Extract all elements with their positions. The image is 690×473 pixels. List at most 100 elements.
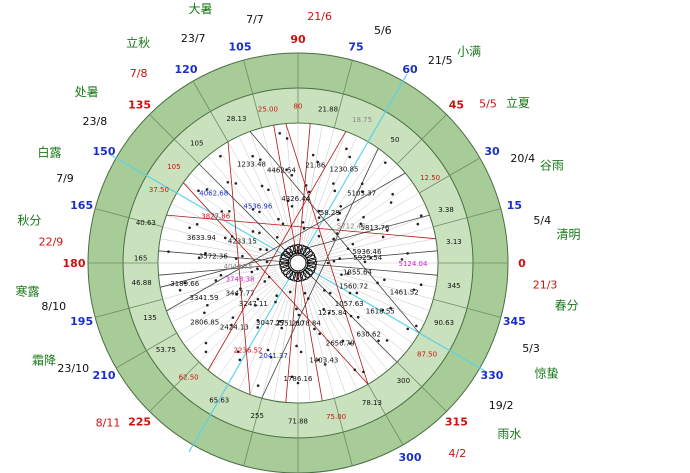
point-marker (281, 222, 285, 226)
solar-terms-wheel: 3.13 3.38 12.50 50 18.75 21.88 80 25.00 28.13 105… (15, 2, 581, 473)
point-marker (299, 350, 303, 354)
inner-value: 3447.77 (226, 290, 255, 298)
point-marker (288, 290, 292, 294)
point-marker (195, 222, 199, 226)
solar-term-label: 惊蛰 (534, 366, 558, 381)
point-marker (285, 137, 289, 140)
solar-term-label: 小满 (457, 45, 481, 59)
point-marker (419, 283, 423, 287)
point-marker (219, 273, 223, 277)
inner-value: 4062.68 (199, 189, 228, 197)
inner-value: 2656.79 (326, 339, 355, 347)
point-marker (277, 217, 280, 221)
point-marker (338, 257, 342, 260)
ring-value: 21.88 (318, 105, 338, 113)
point-marker (241, 254, 244, 258)
point-marker (332, 237, 335, 241)
solar-term-label: 清明 (557, 228, 581, 242)
date-label: 8/11 (96, 416, 121, 429)
degree-label: 180 (63, 257, 86, 270)
point-marker (351, 242, 355, 246)
point-marker (345, 147, 348, 151)
point-marker (381, 235, 385, 239)
inner-value: 5925.54 (353, 254, 382, 262)
ring-value: 87.50 (417, 350, 437, 358)
point-marker (383, 161, 387, 164)
point-marker (306, 297, 310, 300)
degree-label: 105 (229, 41, 252, 54)
inner-value: 4233.15 (228, 238, 257, 246)
point-marker (303, 291, 307, 295)
point-marker (355, 291, 359, 295)
ring-value: 65.63 (209, 396, 229, 404)
inner-value: 3743.38 (226, 276, 255, 284)
degree-label: 45 (449, 99, 464, 112)
solar-term-label: 霜降 (32, 353, 56, 367)
ring-value: 46.88 (132, 279, 152, 287)
inner-value: 3341.59 (190, 294, 219, 302)
inner-value: 1855.64 (343, 268, 372, 276)
solar-term-label: 谷雨 (540, 159, 564, 173)
point-marker (323, 289, 326, 292)
degree-label: 15 (507, 199, 522, 212)
ring-value: 105 (167, 163, 180, 171)
point-marker (238, 358, 242, 362)
point-marker (204, 350, 208, 354)
date-label: 5/5 (479, 98, 497, 111)
ring-value: 28.13 (226, 115, 246, 123)
degree-label: 315 (445, 415, 468, 428)
inner-value: 1275.84 (318, 309, 347, 317)
inner-value: 2424.13 (220, 324, 249, 332)
point-marker (311, 153, 315, 157)
point-marker (256, 384, 260, 387)
degree-label: 135 (128, 99, 151, 112)
degree-label: 150 (93, 145, 116, 158)
point-marker (304, 184, 308, 187)
date-label: 8/10 (41, 300, 66, 313)
date-label: 20/4 (510, 152, 535, 165)
inner-value: 1403.43 (309, 357, 338, 365)
point-marker (234, 257, 238, 260)
point-marker (353, 368, 357, 372)
point-marker (203, 311, 206, 315)
inner-value: 2041.37 (259, 352, 288, 360)
point-marker (335, 232, 339, 235)
inner-value: 3827.86 (201, 213, 230, 221)
ring-value: 53.75 (156, 346, 176, 354)
point-marker (267, 188, 270, 192)
ring-value: 3.38 (438, 206, 454, 214)
inner-value: 4326.44 (281, 195, 310, 203)
solar-term-label: 处暑 (75, 85, 99, 99)
point-marker (267, 275, 271, 279)
inner-value: 630.62 (356, 331, 381, 339)
point-marker (415, 324, 418, 328)
degree-label: 90 (290, 33, 306, 46)
point-marker (251, 230, 255, 233)
inner-value: 4040.75 (224, 263, 253, 271)
inner-value: 2806.85 (190, 318, 219, 326)
inner-value: 1461.52 (390, 288, 419, 296)
point-marker (188, 226, 191, 230)
point-marker (346, 247, 350, 250)
point-marker (336, 218, 340, 222)
inner-value: 3189.66 (170, 280, 199, 288)
inner-value: 5103.37 (347, 189, 376, 197)
point-marker (377, 339, 380, 343)
degree-label: 0 (518, 257, 526, 270)
degree-label: 120 (175, 63, 198, 76)
date-label: 22/9 (39, 235, 64, 248)
ring-value: 78.13 (362, 399, 382, 407)
date-label: 5/3 (522, 342, 540, 355)
point-marker (406, 327, 410, 331)
point-marker (204, 341, 208, 345)
degree-label: 165 (70, 199, 93, 212)
point-marker (339, 204, 343, 208)
ring-value: 12.50 (420, 174, 440, 182)
ring-value: 165 (134, 255, 147, 263)
date-label: 21/3 (533, 279, 558, 292)
point-marker (275, 294, 279, 298)
ring-value: 62.50 (179, 373, 199, 381)
date-label: 19/2 (489, 399, 514, 412)
point-marker (356, 315, 360, 319)
point-marker (214, 279, 218, 282)
